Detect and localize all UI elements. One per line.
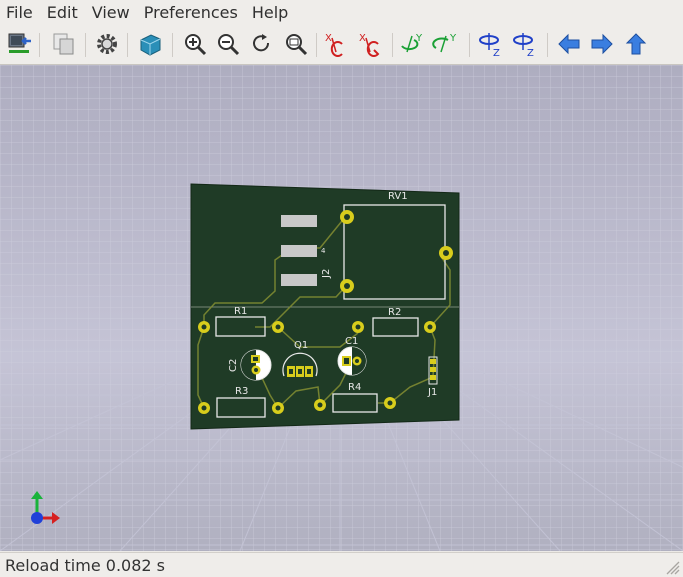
rotate-y-clockwise-icon[interactable]: Y [398, 30, 426, 58]
svg-text:Z: Z [527, 48, 534, 58]
move-right-icon[interactable] [588, 30, 616, 58]
r3-label: R3 [235, 386, 248, 397]
rotate-z-clockwise-icon[interactable]: Z [476, 30, 504, 58]
c1-label: C1 [345, 336, 358, 347]
reload-time-status: Reload time 0.082 s [5, 556, 165, 575]
render-options-gear-icon[interactable] [93, 30, 121, 58]
redraw-icon[interactable] [247, 30, 275, 58]
move-left-icon[interactable] [555, 30, 583, 58]
reload-board-icon[interactable] [6, 30, 34, 58]
rotate-z-counterclockwise-icon[interactable]: Z [510, 30, 538, 58]
rotate-x-clockwise-icon[interactable]: X [322, 30, 350, 58]
menu-file[interactable]: File [0, 0, 40, 26]
zoom-fit-icon[interactable] [282, 30, 310, 58]
j2-pin4-label: 4 [321, 247, 326, 255]
q1-label: Q1 [294, 340, 308, 351]
toolbar: X X Y Y Z Z [0, 26, 683, 65]
rotate-x-counterclockwise-icon[interactable]: X [356, 30, 384, 58]
j2-pads [281, 215, 317, 286]
3d-viewport[interactable]: 4 J2 RV1 R1 R2 C2 Q1 C1 J1 R3 R4 [0, 65, 683, 551]
rv1-label: RV1 [388, 191, 408, 202]
j2-label: J2 [321, 269, 332, 279]
svg-text:X: X [325, 33, 332, 44]
r2-label: R2 [388, 307, 401, 318]
pcb-3d-scene: 4 J2 RV1 R1 R2 C2 Q1 C1 J1 R3 R4 [0, 65, 683, 551]
menu-bar: File Edit View Preferences Help [0, 0, 683, 26]
svg-text:X: X [359, 33, 366, 44]
move-up-icon[interactable] [622, 30, 650, 58]
svg-text:Y: Y [449, 33, 457, 44]
status-bar: Reload time 0.082 s [0, 552, 683, 577]
resize-grip-icon[interactable] [664, 559, 680, 575]
rotate-y-counterclockwise-icon[interactable]: Y [432, 30, 460, 58]
pcb-board: 4 J2 RV1 R1 R2 C2 Q1 C1 J1 R3 R4 [190, 183, 460, 430]
r4-label: R4 [348, 382, 361, 393]
copy-image-icon[interactable] [50, 30, 78, 58]
raytracing-cube-icon[interactable] [136, 30, 164, 58]
menu-help[interactable]: Help [245, 0, 295, 26]
svg-text:Z: Z [493, 48, 500, 58]
menu-preferences[interactable]: Preferences [137, 0, 245, 26]
c2-label: C2 [228, 359, 239, 372]
menu-view[interactable]: View [85, 0, 137, 26]
zoom-in-icon[interactable] [181, 30, 209, 58]
menu-edit[interactable]: Edit [40, 0, 85, 26]
j1-label: J1 [427, 387, 437, 398]
zoom-out-icon[interactable] [214, 30, 242, 58]
r1-label: R1 [234, 306, 247, 317]
